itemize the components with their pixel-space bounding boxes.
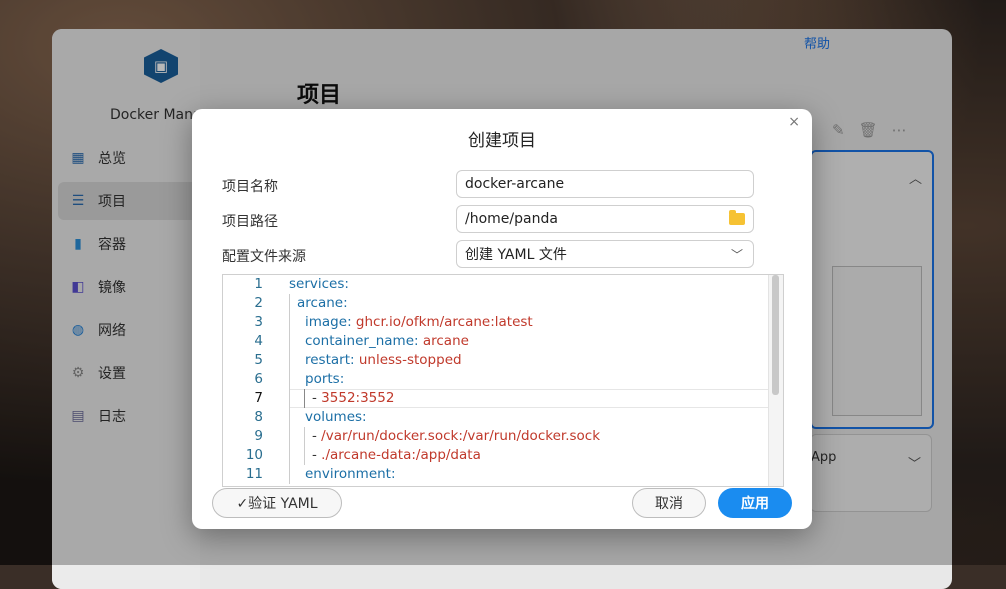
yaml-key: arcane (297, 295, 344, 311)
line-number: 9 (254, 428, 263, 444)
dialog-title: 创建项目 (468, 131, 536, 151)
code-line: 10 - ./arcane-data:/app/data (223, 446, 769, 465)
yaml-key: services (289, 276, 345, 292)
project-path-value: /home/panda (465, 211, 558, 227)
yaml-value: /var/run/docker.sock:/var/run/docker.soc… (321, 428, 601, 444)
code-line: 1 services: (223, 275, 769, 294)
config-source-value: 创建 YAML 文件 (465, 247, 567, 263)
yaml-sep: - (312, 447, 322, 463)
code-text: container_name: arcane (305, 332, 469, 351)
yaml-sep: : (390, 466, 396, 482)
yaml-sep: : (347, 314, 356, 330)
line-number: 4 (254, 333, 263, 349)
yaml-sep: : (414, 333, 423, 349)
yaml-sep: : (344, 276, 349, 292)
yaml-sep: - (312, 390, 322, 406)
project-name-label: 项目名称 (222, 179, 278, 195)
yaml-key: image (305, 314, 348, 330)
chevron-down-icon: ﹀ (730, 248, 743, 262)
code-line: 4 container_name: arcane (223, 332, 769, 351)
yaml-value: arcane (422, 333, 469, 349)
yaml-sep: : (339, 371, 345, 387)
code-text: - 3552:3552 (312, 389, 394, 408)
project-name-value: docker-arcane (465, 176, 565, 192)
yaml-sep: : (343, 295, 348, 311)
yaml-value: ghcr.io/ofkm/arcane:latest (355, 314, 533, 330)
code-line: 3 image: ghcr.io/ofkm/arcane:latest (223, 313, 769, 332)
line-number: 2 (254, 295, 263, 311)
folder-icon[interactable] (729, 210, 745, 225)
code-line: 9 - /var/run/docker.sock:/var/run/docker… (223, 427, 769, 446)
apply-button[interactable]: 应用 (718, 488, 792, 518)
yaml-value: unless-stopped (358, 352, 462, 368)
config-source-label: 配置文件来源 (222, 249, 306, 265)
config-source-select[interactable]: 创建 YAML 文件 ﹀ (456, 240, 754, 268)
cancel-button[interactable]: 取消 (632, 488, 706, 518)
project-path-input[interactable]: /home/panda (456, 205, 754, 233)
line-number: 11 (245, 466, 263, 482)
yaml-key: container_name (305, 333, 415, 349)
code-line: 2 arcane: (223, 294, 769, 313)
code-text: ports: (305, 370, 344, 389)
project-path-label: 项目路径 (222, 214, 278, 230)
code-line-active: 7 - 3552:3552 (223, 389, 769, 408)
code-text: - /var/run/docker.sock:/var/run/docker.s… (312, 427, 600, 446)
yaml-key: environment (305, 466, 391, 482)
code-text: services: (289, 275, 349, 294)
line-number: 1 (254, 276, 263, 292)
validate-yaml-button[interactable]: ✓验证 YAML (212, 488, 342, 518)
code-text: volumes: (305, 408, 367, 427)
line-number: 8 (254, 409, 263, 425)
code-text: environment: (305, 465, 396, 484)
code-text: arcane: (297, 294, 348, 313)
code-line: 8 volumes: (223, 408, 769, 427)
close-icon[interactable]: × (788, 114, 800, 130)
yaml-editor[interactable]: 1 services: 2 arcane: 3 image: ghcr.io/o… (222, 274, 784, 487)
yaml-key: ports (305, 371, 340, 387)
code-text: image: ghcr.io/ofkm/arcane:latest (305, 313, 533, 332)
line-number: 10 (245, 447, 263, 463)
project-name-input[interactable]: docker-arcane (456, 170, 754, 198)
code-line: 5 restart: unless-stopped (223, 351, 769, 370)
yaml-sep: : (362, 409, 367, 425)
yaml-key: volumes (305, 409, 363, 425)
yaml-value: 3552:3552 (321, 390, 395, 406)
line-number: 6 (254, 371, 263, 387)
code-line: 11 environment: (223, 465, 769, 484)
yaml-sep: - (312, 428, 322, 444)
line-number: 5 (254, 352, 263, 368)
editor-scrollbar-thumb[interactable] (772, 275, 779, 395)
yaml-sep: : (350, 352, 359, 368)
code-text: restart: unless-stopped (305, 351, 462, 370)
create-project-dialog: 创建项目 × 项目名称 docker-arcane 项目路径 /home/pan… (192, 109, 812, 529)
editor-scroll-track[interactable] (768, 275, 783, 486)
yaml-key: restart (305, 352, 351, 368)
line-number: 3 (254, 314, 263, 330)
line-number: 7 (254, 390, 263, 406)
code-text: - ./arcane-data:/app/data (312, 446, 481, 465)
yaml-value: ./arcane-data:/app/data (321, 447, 481, 463)
code-line: 6 ports: (223, 370, 769, 389)
